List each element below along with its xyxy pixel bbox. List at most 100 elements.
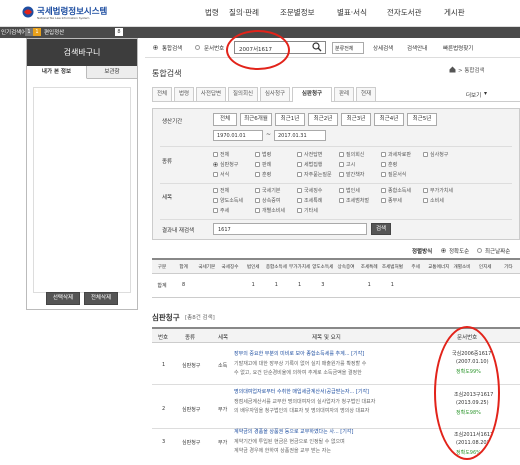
tax-option[interactable]: 양도소득세 <box>213 197 243 204</box>
period-3y-button[interactable]: 최근3년 <box>341 113 371 126</box>
tab-all[interactable]: 전체 <box>152 87 172 101</box>
select-delete-button[interactable]: 선택삭제 <box>46 292 80 305</box>
tax-option[interactable]: 전체 <box>213 187 229 194</box>
nav-item-forms[interactable]: 별표·서식 <box>337 7 367 18</box>
type-option[interactable]: 훈령 <box>381 161 397 168</box>
logo[interactable]: 국세법령정보시스템 National Tax Law Information S… <box>22 5 132 23</box>
tax-option[interactable]: 상속증여 <box>255 197 280 204</box>
integrated-search-label: 통합검색 <box>162 46 183 52</box>
period-1y-button[interactable]: 최근1년 <box>275 113 305 126</box>
sort-date-radio[interactable] <box>477 247 484 254</box>
summary-header-cell: 교통에너지 <box>428 265 450 270</box>
tab-laws[interactable]: 법령 <box>174 87 194 101</box>
refine-search-input[interactable]: 1617 <box>213 223 367 235</box>
sort-accuracy-radio[interactable] <box>441 247 448 254</box>
nav-item-laws[interactable]: 법령 <box>205 7 219 18</box>
tax-option[interactable]: 소비세 <box>423 197 444 204</box>
tax-option[interactable]: 조세범처벌 <box>339 197 369 204</box>
sort-date-label: 최근날짜순 <box>485 249 511 255</box>
type-option[interactable]: 발간책자 <box>339 171 364 178</box>
type-option[interactable]: 훈령 <box>255 171 271 178</box>
type-option[interactable]: 세법집행 <box>297 161 322 168</box>
summary-data-cell[interactable]: 3 <box>311 282 334 288</box>
more-icon[interactable]: ▾ <box>484 90 487 97</box>
period-6m-button[interactable]: 최근6개월 <box>240 113 272 126</box>
summary-data-cell[interactable]: 1 <box>381 282 404 288</box>
result-title-link[interactable]: 계약금의 경품을 상품권 등으로 교부하였다는 사... [기각] <box>234 428 353 435</box>
result-tax: 소득 <box>218 363 228 369</box>
tab-trial[interactable]: 심판청구 <box>292 87 332 102</box>
more-link[interactable]: 더보기 <box>466 91 481 99</box>
summary-data-cell[interactable]: 1 <box>242 282 265 288</box>
result-title-link[interactable]: 장부의 중요한 부분의 미비로 보아 종합소득세를 추계... [기각] <box>234 350 364 357</box>
tab-review[interactable]: 심사청구 <box>260 87 290 101</box>
refine-search-value: 1617 <box>218 227 231 233</box>
type-option[interactable]: 사전답변 <box>297 151 322 158</box>
category-select[interactable]: 분류전체 <box>332 42 364 54</box>
type-option[interactable]: 질의회신 <box>339 151 364 158</box>
tab-storage[interactable]: 보관함 <box>87 66 137 79</box>
tab-viewed[interactable]: 내가 본 정보 <box>27 66 87 79</box>
filter-divider <box>160 219 512 220</box>
search-bar: 통합검색 문서번호 2007서1617 분류전체 상세검색 검색안내 빠른법령찾… <box>145 38 520 58</box>
rank-badge: 1 <box>25 28 33 36</box>
tax-option[interactable]: 부가가치세 <box>423 187 453 194</box>
summary-header-cell: 종합소득세 <box>265 265 287 270</box>
type-option[interactable]: 서식 <box>213 171 229 178</box>
period-all-button[interactable]: 전체 <box>213 113 237 126</box>
tax-option[interactable]: 국세기본 <box>255 187 280 194</box>
advanced-search-link[interactable]: 상세검색 <box>373 44 393 52</box>
delete-all-button[interactable]: 전체삭제 <box>84 292 118 305</box>
doc-number-radio[interactable] <box>195 44 202 51</box>
tax-option[interactable]: 법인세 <box>339 187 360 194</box>
period-5y-button[interactable]: 최근5년 <box>407 113 437 126</box>
summary-data-cell[interactable]: 1 <box>358 282 381 288</box>
summary-data-cell: 합계 <box>157 283 167 289</box>
type-option[interactable]: 법령 <box>255 151 271 158</box>
refine-search-button[interactable]: 검색 <box>371 223 391 235</box>
basket-list[interactable] <box>33 87 131 293</box>
tab-pre-answer[interactable]: 사전답변 <box>196 87 226 101</box>
tab-constitutional[interactable]: 현재 <box>356 87 376 101</box>
home-icon[interactable] <box>449 66 456 73</box>
tax-option[interactable]: 조세특례 <box>297 197 322 204</box>
period-4y-button[interactable]: 최근4년 <box>374 113 404 126</box>
type-option[interactable]: 전체 <box>213 151 229 158</box>
type-option[interactable]: 고시 <box>339 161 355 168</box>
summary-data-cell[interactable]: 1 <box>288 282 311 288</box>
nav-item-library[interactable]: 전자도서관 <box>387 7 422 18</box>
tax-option[interactable]: 기타세 <box>297 207 318 214</box>
tax-option[interactable]: 종합소득세 <box>381 187 411 194</box>
type-option[interactable]: 심사청구 <box>423 151 448 158</box>
integrated-search-radio[interactable] <box>153 44 160 51</box>
tax-option[interactable]: 종부세 <box>381 197 402 204</box>
tab-inquiry[interactable]: 질의회신 <box>228 87 258 101</box>
search-guide-link[interactable]: 검색안내 <box>407 44 427 52</box>
tab-precedent[interactable]: 판례 <box>334 87 354 101</box>
nav-item-board[interactable]: 게시판 <box>444 7 465 18</box>
popular-keyword-label: 인기검색어 <box>1 30 27 36</box>
popular-keyword[interactable]: 편입정산 <box>44 28 64 36</box>
nav-item-rulings[interactable]: 질의·판례 <box>229 7 259 18</box>
tax-option[interactable]: 개별소비세 <box>255 207 285 214</box>
date-to-input[interactable]: 2017.01.31 <box>274 130 326 141</box>
type-option[interactable]: 심판청구 <box>213 161 238 168</box>
nav-item-articles[interactable]: 조문별정보 <box>280 7 315 18</box>
summary-header-cell: 국세징수 <box>221 265 239 270</box>
summary-header-cell: 기타 <box>504 265 513 270</box>
sort-label: 정렬방식 <box>412 249 433 255</box>
tax-option[interactable]: 주세 <box>213 207 229 214</box>
tax-option[interactable]: 국세징수 <box>297 187 322 194</box>
search-icon[interactable] <box>312 42 322 52</box>
period-2y-button[interactable]: 최근2년 <box>308 113 338 126</box>
type-option[interactable]: 과세자료판 <box>381 151 411 158</box>
result-title-link[interactable]: 명의대여업자로부터 수취한 매입세금계산서(공급받는자... [기각] <box>234 388 369 395</box>
breadcrumb: > 통합검색 <box>458 68 485 74</box>
type-option[interactable]: 질문서식 <box>381 171 406 178</box>
date-from-input[interactable]: 1970.01.01 <box>213 130 263 141</box>
quick-law-link[interactable]: 빠른법령찾기 <box>443 44 473 52</box>
summary-data-cell[interactable]: 8 <box>172 282 195 288</box>
summary-data-cell[interactable]: 1 <box>265 282 288 288</box>
type-option[interactable]: 판례 <box>255 161 271 168</box>
type-option[interactable]: 자주묻는질문 <box>297 171 332 178</box>
